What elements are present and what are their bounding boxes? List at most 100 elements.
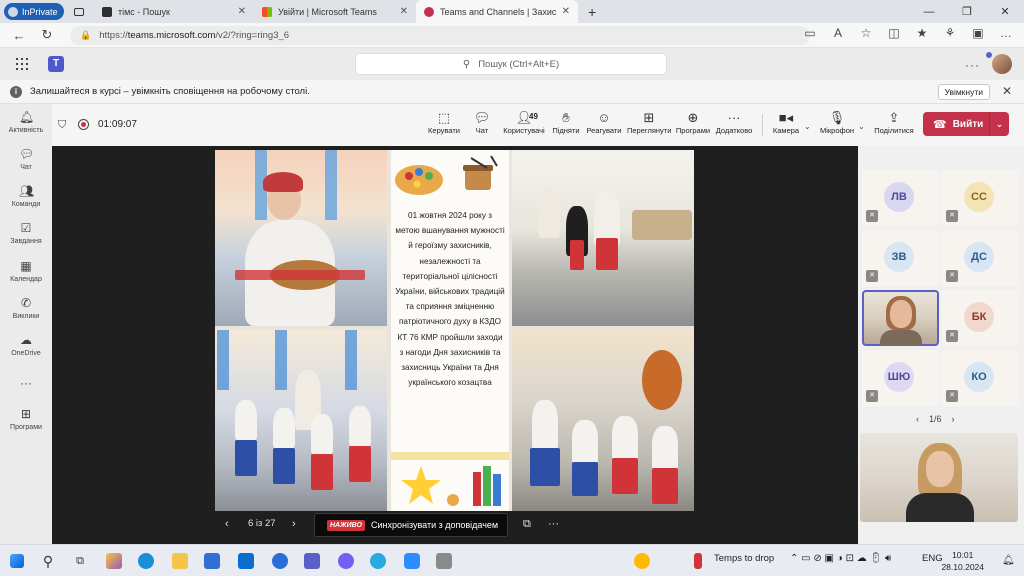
close-window-icon[interactable]: ✕ (986, 0, 1024, 23)
more-options-icon[interactable]: ··· (965, 58, 980, 72)
chevron-left-icon[interactable]: ‹ (916, 414, 919, 424)
apps-button[interactable]: ⊕ Програми (671, 110, 715, 135)
file-explorer-icon[interactable] (172, 553, 188, 569)
cast-icon[interactable]: ▭ (802, 26, 818, 40)
shield-icon: ⛉ (58, 119, 67, 131)
more-options-icon[interactable]: ··· (548, 518, 559, 530)
self-video (906, 493, 974, 522)
url-field[interactable]: 🔒 https://teams.microsoft.com/v2/?ring=r… (70, 26, 810, 45)
figure (311, 414, 333, 454)
outlook-icon[interactable] (238, 553, 254, 569)
rail-item-calls[interactable]: ✆ Виклики (0, 296, 52, 320)
react-button[interactable]: ☺ Реагувати (582, 110, 626, 135)
status-badge (986, 52, 992, 58)
participant-tile[interactable]: ШЮ ✕ (862, 350, 939, 406)
clock-date: 28.10.2024 (941, 562, 984, 572)
maximize-icon[interactable]: ❐ (948, 0, 986, 23)
refresh-icon[interactable]: ↻ (36, 27, 58, 43)
sync-with-presenter-button[interactable]: НАЖИВО Синхронізувати з доповідачем (314, 513, 508, 537)
participant-tile[interactable]: ЗВ ✕ (862, 230, 939, 286)
rail-item-tasks[interactable]: ☑ Завдання (0, 221, 52, 245)
avatar[interactable] (986, 52, 1012, 74)
help-icon[interactable] (634, 553, 650, 569)
extensions-icon[interactable]: ⚘ (942, 26, 958, 40)
camera-button[interactable]: ■◂ Камера (764, 110, 808, 135)
rail-item-apps[interactable]: ⊞ Програми (0, 407, 52, 431)
split-screen-icon[interactable]: ◫ (886, 26, 902, 40)
previous-slide-icon[interactable]: ‹ (225, 518, 229, 530)
close-icon[interactable]: ✕ (562, 6, 570, 17)
chat-button[interactable]: 💬︎ Чат (460, 110, 504, 135)
system-tray-icon[interactable]: ⌃ ▭ ⊘ ▣ ◑ ⊡ ☁ 🔋︎ 🔊︎ (790, 553, 891, 564)
chevron-right-icon[interactable]: › (952, 414, 955, 424)
meeting-view: ⛉ 01:09:07 ⬚ Керувати 💬︎ Чат 👤︎ 49 Корис… (52, 104, 1024, 544)
viber-icon[interactable] (338, 553, 354, 569)
close-icon[interactable]: ✕ (400, 6, 408, 17)
rail-item-teams[interactable]: 👥︎ Команди (0, 184, 52, 208)
participant-tile[interactable]: ЛВ ✕ (862, 170, 939, 226)
teams-icon[interactable] (304, 553, 320, 569)
rail-item-activity[interactable]: 🔔︎ Активність (0, 110, 52, 134)
enable-notifications-button[interactable]: Увімкнути (937, 84, 990, 100)
tab-teams-channels[interactable]: Teams and Channels | Захис ✕ (416, 0, 578, 23)
chevron-down-icon[interactable]: ⌄ (989, 112, 1009, 136)
next-slide-icon[interactable]: › (292, 518, 296, 530)
leave-button[interactable]: ☎ Вийти ⌄ (923, 112, 1009, 136)
zoom-icon[interactable] (404, 553, 420, 569)
share-label: Поділитися (874, 126, 914, 135)
participant-tile[interactable]: КО ✕ (942, 350, 1019, 406)
clock[interactable]: 10:01 28.10.2024 (941, 549, 984, 573)
telegram-icon[interactable] (370, 553, 386, 569)
new-tab-button[interactable]: + (588, 4, 596, 20)
self-view-video[interactable] (860, 433, 1018, 522)
read-aloud-icon[interactable]: A (830, 26, 846, 40)
chrome-icon[interactable] (272, 553, 288, 569)
collections-icon[interactable]: ▣ (970, 26, 986, 40)
rail-item-chat[interactable]: 💬︎ Чат (0, 147, 52, 171)
chevron-down-icon[interactable]: ⌄ (804, 122, 811, 131)
edge-icon[interactable] (138, 553, 154, 569)
participant-video-tile[interactable] (862, 290, 939, 346)
tab-search[interactable]: тімс - Пошук ✕ (94, 0, 254, 23)
more-button[interactable]: ··· Додатково (712, 110, 756, 135)
chevron-down-icon[interactable]: ⌄ (858, 122, 865, 131)
share-icon: ⇪ (888, 110, 900, 125)
tab-teams-channels-label: Teams and Channels | Захис (440, 6, 557, 17)
url-host: teams.microsoft.com (127, 30, 216, 41)
notification-bell-icon[interactable]: 🔔︎ (1002, 553, 1018, 569)
figure (235, 400, 257, 440)
search-input[interactable]: ⚲ Пошук (Ctrl+Alt+E) (355, 53, 667, 75)
participant-tile[interactable]: ДС ✕ (942, 230, 1019, 286)
rail-item-calendar[interactable]: ▦ Календар (0, 259, 52, 283)
weather-text[interactable]: Temps to drop (714, 553, 774, 564)
rail-more-icon[interactable]: ··· (0, 376, 52, 390)
banner-text: Залишайтеся в курсі – увімкніть сповіщен… (30, 86, 310, 97)
printer-icon[interactable] (436, 553, 452, 569)
language-indicator[interactable]: ENG (922, 553, 943, 564)
participant-tile[interactable]: БК ✕ (942, 290, 1019, 346)
tab-teams-login[interactable]: Увійти | Microsoft Teams ✕ (254, 0, 416, 23)
favorites-icon[interactable]: ★ (914, 26, 930, 40)
close-icon[interactable]: ✕ (238, 6, 246, 17)
share-button[interactable]: ⇪ Поділитися (872, 110, 916, 135)
inprivate-badge[interactable]: InPrivate (4, 3, 64, 20)
participant-tile[interactable]: СС ✕ (942, 170, 1019, 226)
search-icon[interactable]: ⚲ (40, 553, 56, 569)
people-button[interactable]: 👤︎ 49 Користувачі (502, 110, 546, 135)
close-icon[interactable]: ✕ (1002, 84, 1012, 98)
app-launcher-icon[interactable] (16, 58, 28, 70)
mic-button[interactable]: 🎙︎ Мікрофон (815, 110, 859, 135)
favorite-icon[interactable]: ☆ (858, 26, 874, 40)
minimize-icon[interactable]: — (910, 0, 948, 23)
back-icon[interactable]: ← (8, 28, 30, 43)
chat-icon: 💬︎ (473, 110, 491, 125)
browser-menu-icon[interactable]: … (998, 26, 1014, 40)
copilot-icon[interactable] (106, 553, 122, 569)
popout-icon[interactable]: ⧉ (523, 518, 531, 531)
view-button[interactable]: ⊞ Переглянути (627, 110, 671, 135)
rail-item-onedrive[interactable]: ☁ OneDrive (0, 333, 52, 357)
start-icon[interactable] (10, 554, 24, 568)
tab-actions-icon[interactable] (74, 7, 84, 16)
store-icon[interactable] (204, 553, 220, 569)
task-view-icon[interactable]: ⧉ (72, 553, 88, 569)
